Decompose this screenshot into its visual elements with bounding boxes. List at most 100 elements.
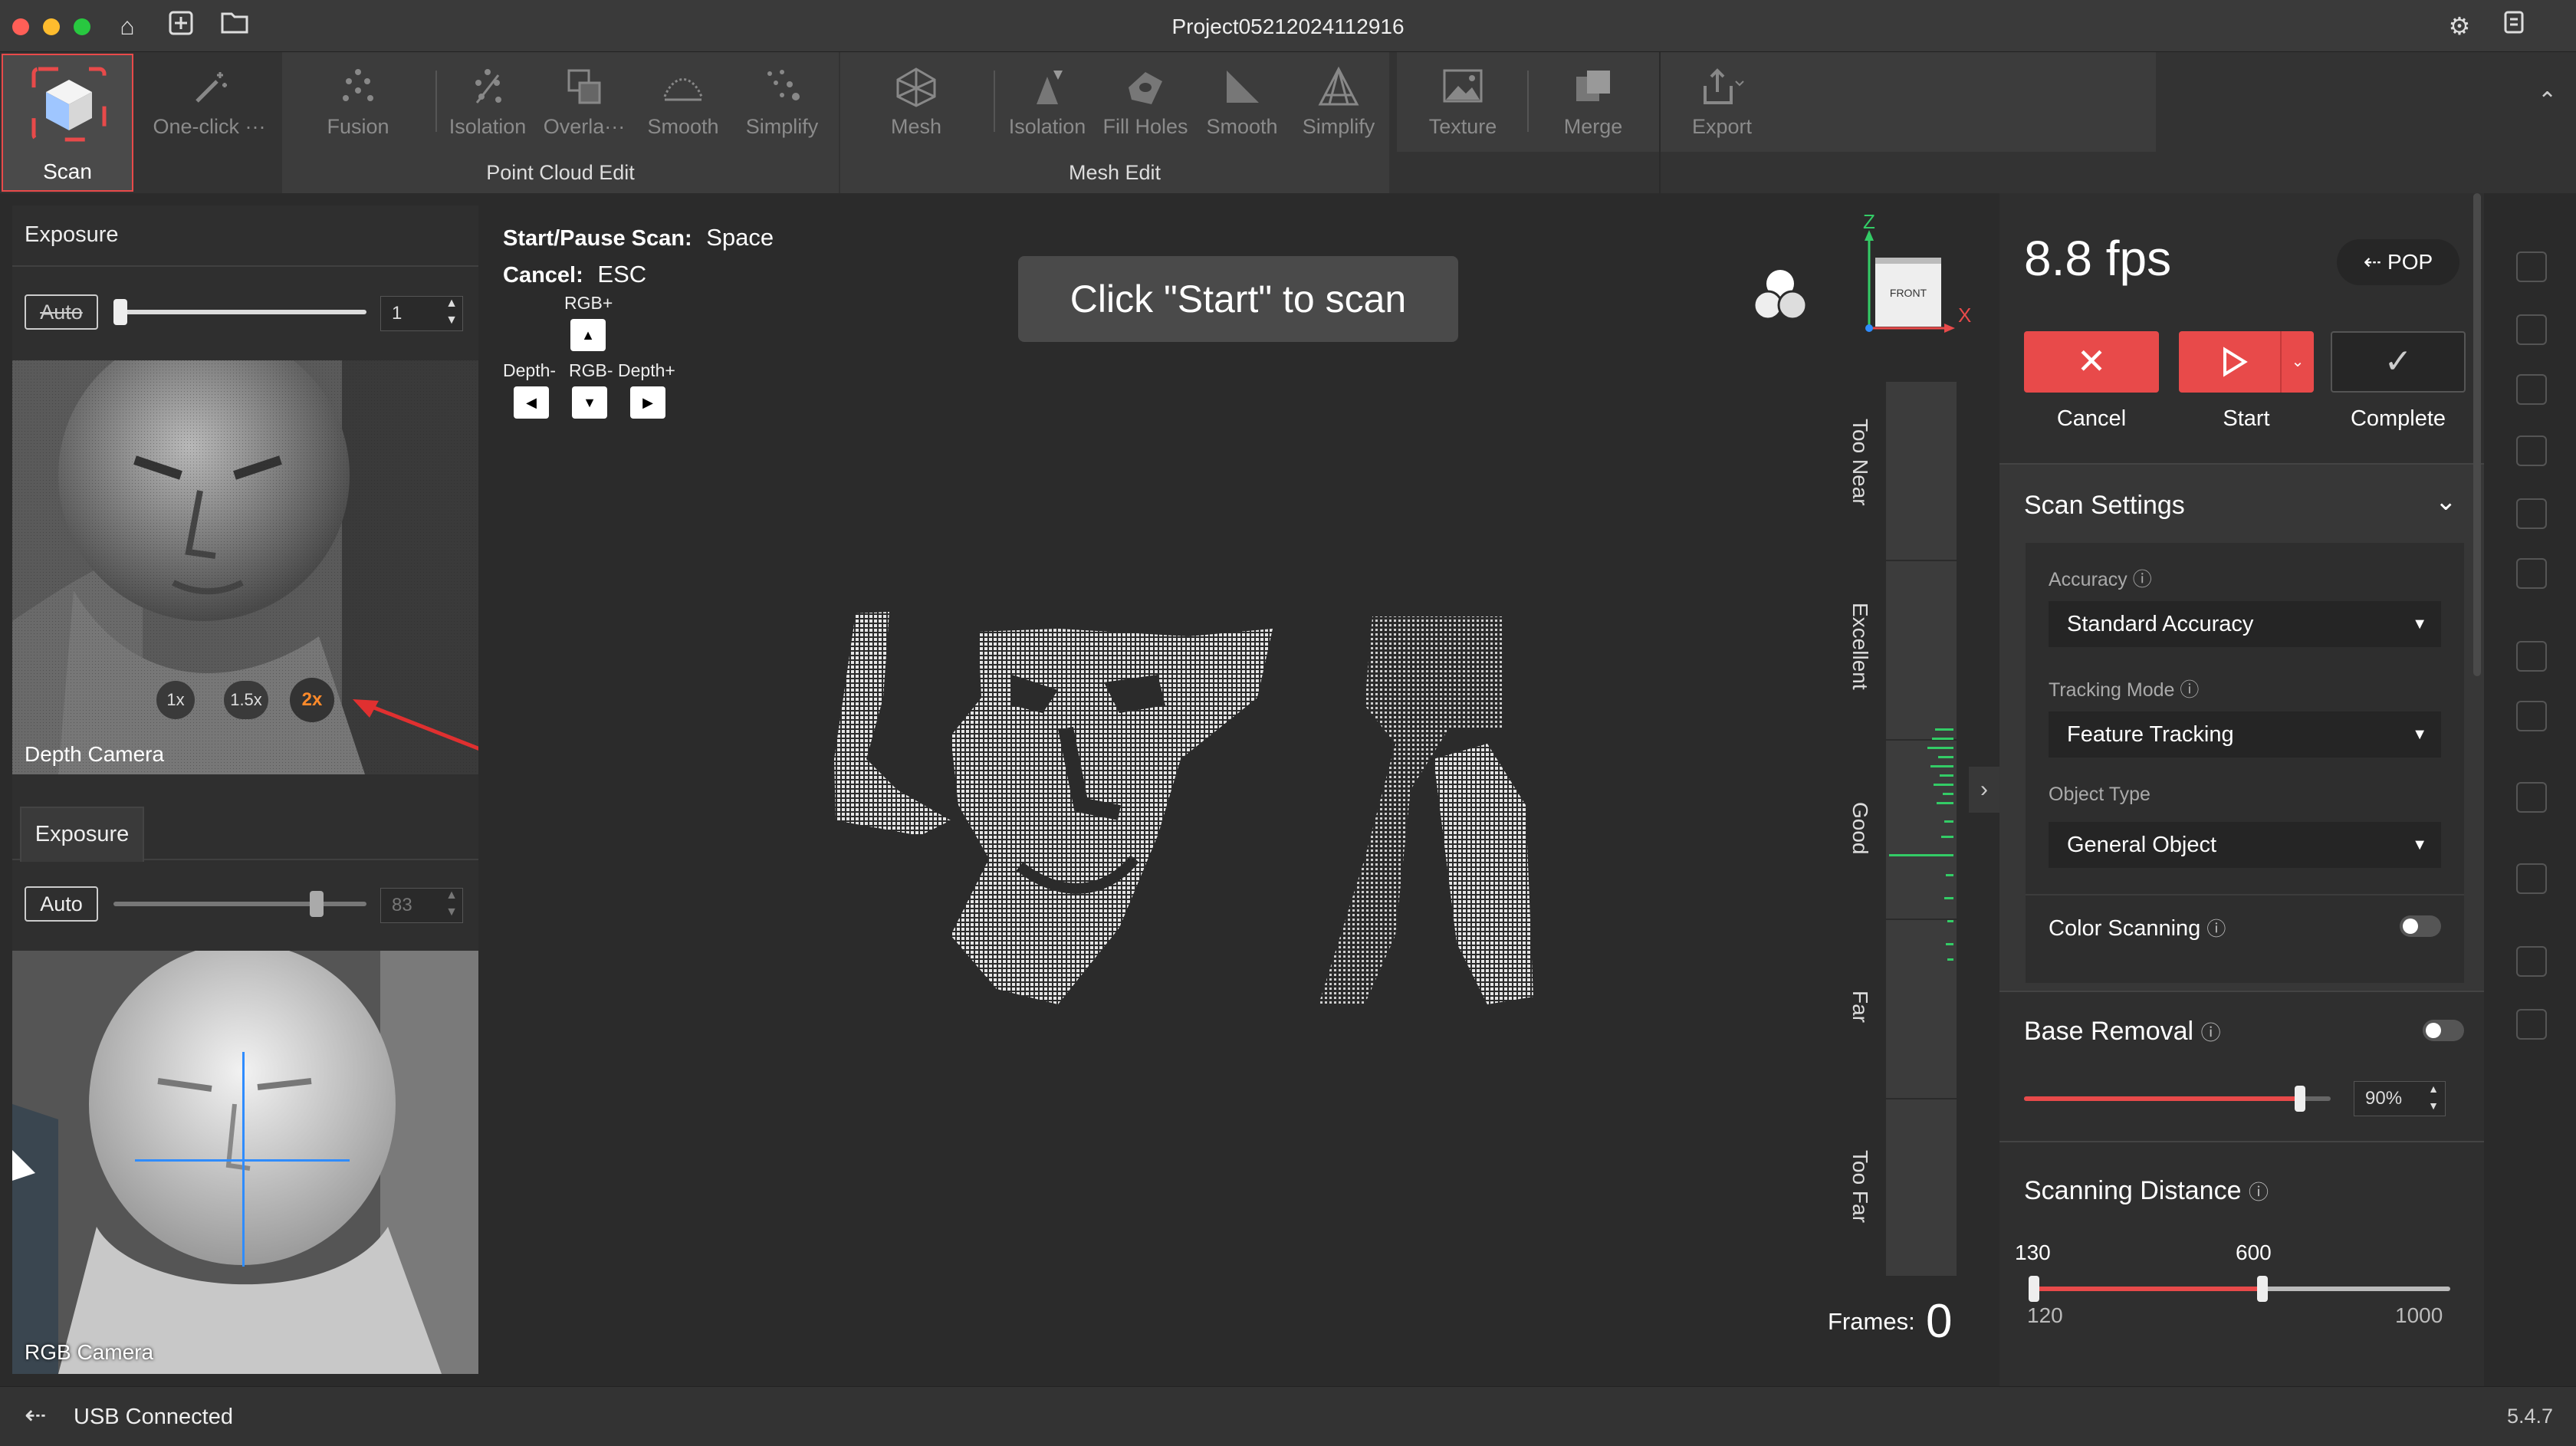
mesh-simplify-button[interactable]: Simplify (1291, 61, 1386, 146)
redo-icon[interactable] (2516, 1009, 2547, 1040)
color-mode-circles-icon[interactable] (1750, 267, 1811, 325)
fusion-button[interactable]: Fusion (307, 61, 409, 146)
distance-histogram (1889, 728, 1953, 961)
pop-button[interactable]: ⇠ POP (2337, 239, 2459, 285)
depth-minus-left-key[interactable]: ◀ (514, 386, 549, 419)
smooth-icon (663, 78, 703, 101)
distance-low-value: 130 (2015, 1241, 2051, 1264)
select-pointer-icon[interactable] (2516, 251, 2547, 282)
rgb-exposure-slider-knob[interactable] (310, 891, 324, 917)
tracking-info-icon[interactable]: ⓘ (2180, 679, 2199, 701)
fill-holes-button[interactable]: Fill Holes (1098, 61, 1193, 146)
accuracy-dropdown[interactable]: Standard Accuracy ▼ (2049, 601, 2441, 647)
merge-label: Merge (1563, 115, 1623, 138)
start-pause-hint-key: Space (706, 224, 774, 251)
invert-selection-icon[interactable] (2516, 701, 2547, 731)
plane-cut-icon[interactable] (2516, 558, 2547, 589)
rgb-minus-down-key[interactable]: ▼ (572, 386, 607, 419)
scan-label: Scan (43, 159, 92, 183)
fusion-icon (343, 69, 373, 101)
zoom-2x-button[interactable]: 2x (290, 678, 334, 722)
rgb-plus-up-key[interactable]: ▲ (570, 319, 606, 351)
collapse-toolbar-chevron-up-icon[interactable]: ⌃ (2538, 90, 2559, 113)
mesh-button[interactable]: Mesh (865, 61, 968, 146)
scanning-distance-slider-fill (2033, 1287, 2262, 1291)
divider (1886, 560, 1957, 561)
pc-simplify-button[interactable]: Simplify (736, 61, 828, 146)
zoom-1-5x-button[interactable]: 1.5x (224, 681, 268, 719)
undo-icon[interactable] (2516, 946, 2547, 977)
base-removal-slider-fill (2024, 1096, 2300, 1101)
depth-exposure-slider-track[interactable] (113, 310, 366, 314)
play-icon (2223, 347, 2248, 377)
merge-button[interactable]: Merge (1539, 61, 1647, 146)
depth-exposure-slider-knob[interactable] (113, 299, 127, 325)
mesh-label: Mesh (890, 115, 942, 138)
delete-trash-icon[interactable] (2516, 863, 2547, 894)
rectangle-select-icon[interactable] (2516, 314, 2547, 345)
distance-min-knob[interactable] (2029, 1276, 2039, 1302)
cancel-scan-button[interactable]: ✕ (2024, 331, 2159, 393)
view-orientation-gizmo[interactable]: Z X FRONT (1858, 210, 1971, 336)
rgb-exposure-value-field[interactable]: 83 ▲ ▼ (380, 888, 463, 923)
distance-max-knob[interactable] (2257, 1276, 2268, 1302)
overlap-button[interactable]: Overla··· (537, 61, 632, 146)
depth-auto-toggle[interactable]: Auto (25, 294, 98, 330)
base-removal-slider-track[interactable] (2024, 1096, 2331, 1101)
divider (12, 265, 478, 267)
base-removal-value-field[interactable]: 90% ▲ ▼ (2354, 1081, 2446, 1116)
mesh-isolation-button[interactable]: Isolation (1000, 61, 1095, 146)
base-removal-slider-knob[interactable] (2295, 1086, 2305, 1112)
color-scanning-info-icon[interactable]: ⓘ (2206, 919, 2226, 940)
right-panel-scrollbar[interactable] (2473, 193, 2481, 676)
surface-select-icon[interactable] (2516, 498, 2547, 529)
expand-right-panel-chevron-icon[interactable]: › (1969, 767, 1999, 813)
rgb-auto-toggle[interactable]: Auto (25, 886, 98, 922)
point-cloud-preview (828, 606, 1533, 1004)
select-all-icon[interactable] (2516, 641, 2547, 672)
base-removal-info-icon[interactable]: ⓘ (2201, 1021, 2221, 1044)
divider (1999, 1141, 2484, 1142)
pc-isolation-button[interactable]: Isolation (442, 61, 534, 146)
color-scanning-toggle[interactable] (2400, 915, 2441, 937)
rgb-plus-label: RGB+ (564, 293, 613, 313)
merge-icon (1576, 71, 1610, 101)
mesh-simplify-icon (1318, 66, 1359, 106)
object-type-dropdown[interactable]: General Object ▼ (2049, 822, 2441, 868)
start-options-dropdown-icon[interactable]: ⌄ (2282, 331, 2314, 393)
texture-button[interactable]: Texture (1409, 61, 1516, 146)
notes-icon[interactable] (2498, 9, 2532, 43)
depth-exposure-value-field[interactable]: 1 ▲ ▼ (380, 296, 463, 331)
one-click-button[interactable]: One-click ··· (144, 61, 274, 146)
fps-readout: 8.8 fps (2024, 231, 2172, 286)
start-scan-button[interactable]: ⌄ (2179, 331, 2314, 393)
brush-select-icon[interactable] (2516, 435, 2547, 466)
axis-z-label: Z (1863, 210, 1875, 233)
copy-icon[interactable] (2516, 782, 2547, 813)
tracking-mode-dropdown[interactable]: Feature Tracking ▼ (2049, 711, 2441, 758)
lasso-select-icon[interactable] (2516, 374, 2547, 405)
scan-button[interactable]: Scan (2, 54, 133, 192)
spin-down-icon[interactable]: ▼ (445, 311, 458, 330)
settings-gear-icon[interactable]: ⚙ (2443, 9, 2476, 43)
zoom-1x-button[interactable]: 1x (156, 681, 195, 719)
crosshair-horizontal (135, 1159, 350, 1162)
spin-down-icon[interactable]: ▼ (2428, 1096, 2439, 1116)
spin-down-icon[interactable]: ▼ (445, 902, 458, 922)
pc-smooth-button[interactable]: Smooth (635, 61, 731, 146)
depth-plus-right-key[interactable]: ▶ (630, 386, 665, 419)
rgb-minus-label: RGB- (569, 360, 613, 380)
mesh-smooth-button[interactable]: Smooth (1194, 61, 1290, 146)
accuracy-info-icon[interactable]: ⓘ (2133, 569, 2152, 590)
rgb-exposure-slider-track[interactable] (113, 902, 366, 906)
rgb-camera-view (12, 951, 478, 1374)
export-button[interactable]: Export (1668, 61, 1776, 146)
base-removal-toggle[interactable] (2423, 1020, 2464, 1041)
dropdown-arrow-icon: ▼ (2412, 836, 2427, 853)
scanning-distance-info-icon[interactable]: ⓘ (2249, 1181, 2269, 1204)
scan-settings-chevron-down-icon[interactable]: ⌄ (2435, 486, 2457, 517)
mesh-edit-label: Mesh Edit (1068, 161, 1162, 184)
complete-scan-button[interactable]: ✓ (2331, 331, 2466, 393)
rgb-camera-image (12, 951, 478, 1374)
rgb-exposure-tab[interactable]: Exposure (20, 807, 144, 862)
